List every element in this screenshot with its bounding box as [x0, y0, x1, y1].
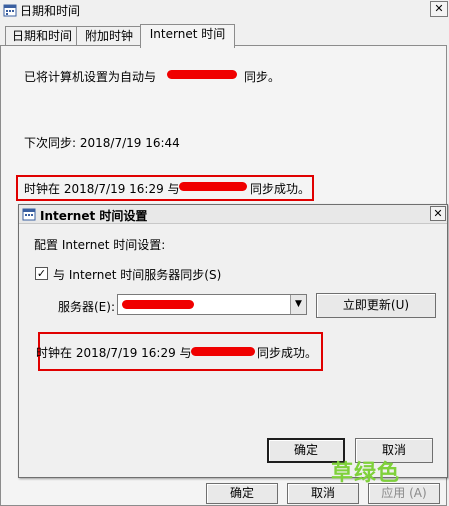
tab-additional-clocks[interactable]: 附加时钟 — [76, 26, 142, 47]
redaction-mark — [122, 300, 194, 309]
dialog-title: Internet 时间设置 — [40, 209, 148, 223]
auto-sync-text-prefix: 已将计算机设置为自动与 — [24, 70, 157, 84]
outer-sync-success-prefix: 时钟在 2018/7/19 16:29 与 — [24, 182, 180, 196]
configure-label: 配置 Internet 时间设置: — [34, 238, 166, 252]
redaction-mark — [179, 182, 247, 191]
tab-strip: 日期和时间 附加时钟 Internet 时间 — [0, 24, 449, 48]
redaction-mark — [167, 70, 237, 79]
sync-checkbox-label[interactable]: 与 Internet 时间服务器同步(S) — [53, 266, 221, 283]
dialog-title-bar: Internet 时间设置 ✕ — [19, 205, 447, 224]
server-select[interactable]: ▼ — [117, 294, 307, 315]
ok-button[interactable]: 确定 — [206, 483, 278, 504]
calendar-clock-icon — [22, 208, 36, 221]
server-label: 服务器(E): — [58, 300, 115, 314]
window-title-bar: 日期和时间 ✕ — [0, 0, 449, 20]
internet-time-settings-dialog: Internet 时间设置 ✕ 配置 Internet 时间设置: ✓ 与 In… — [18, 204, 448, 478]
tab-internet-time[interactable]: Internet 时间 — [140, 24, 235, 48]
dialog-sync-success-suffix: 同步成功。 — [257, 346, 318, 360]
watermark: 草绿色 — [331, 461, 401, 486]
sync-checkbox[interactable]: ✓ — [35, 267, 48, 280]
window-title: 日期和时间 — [20, 4, 81, 18]
next-sync-text: 下次同步: 2018/7/19 16:44 — [24, 136, 180, 150]
calendar-clock-icon — [3, 4, 17, 17]
dialog-sync-success-prefix: 时钟在 2018/7/19 16:29 与 — [36, 346, 192, 360]
tab-date-time[interactable]: 日期和时间 — [5, 26, 79, 47]
close-button[interactable]: ✕ — [430, 1, 448, 17]
dialog-close-button[interactable]: ✕ — [430, 206, 446, 221]
update-now-button[interactable]: 立即更新(U) — [316, 293, 436, 318]
redaction-mark — [191, 347, 255, 356]
auto-sync-text-suffix: 同步。 — [244, 70, 281, 84]
chevron-down-icon[interactable]: ▼ — [290, 295, 306, 314]
outer-sync-success-suffix: 同步成功。 — [250, 182, 311, 196]
